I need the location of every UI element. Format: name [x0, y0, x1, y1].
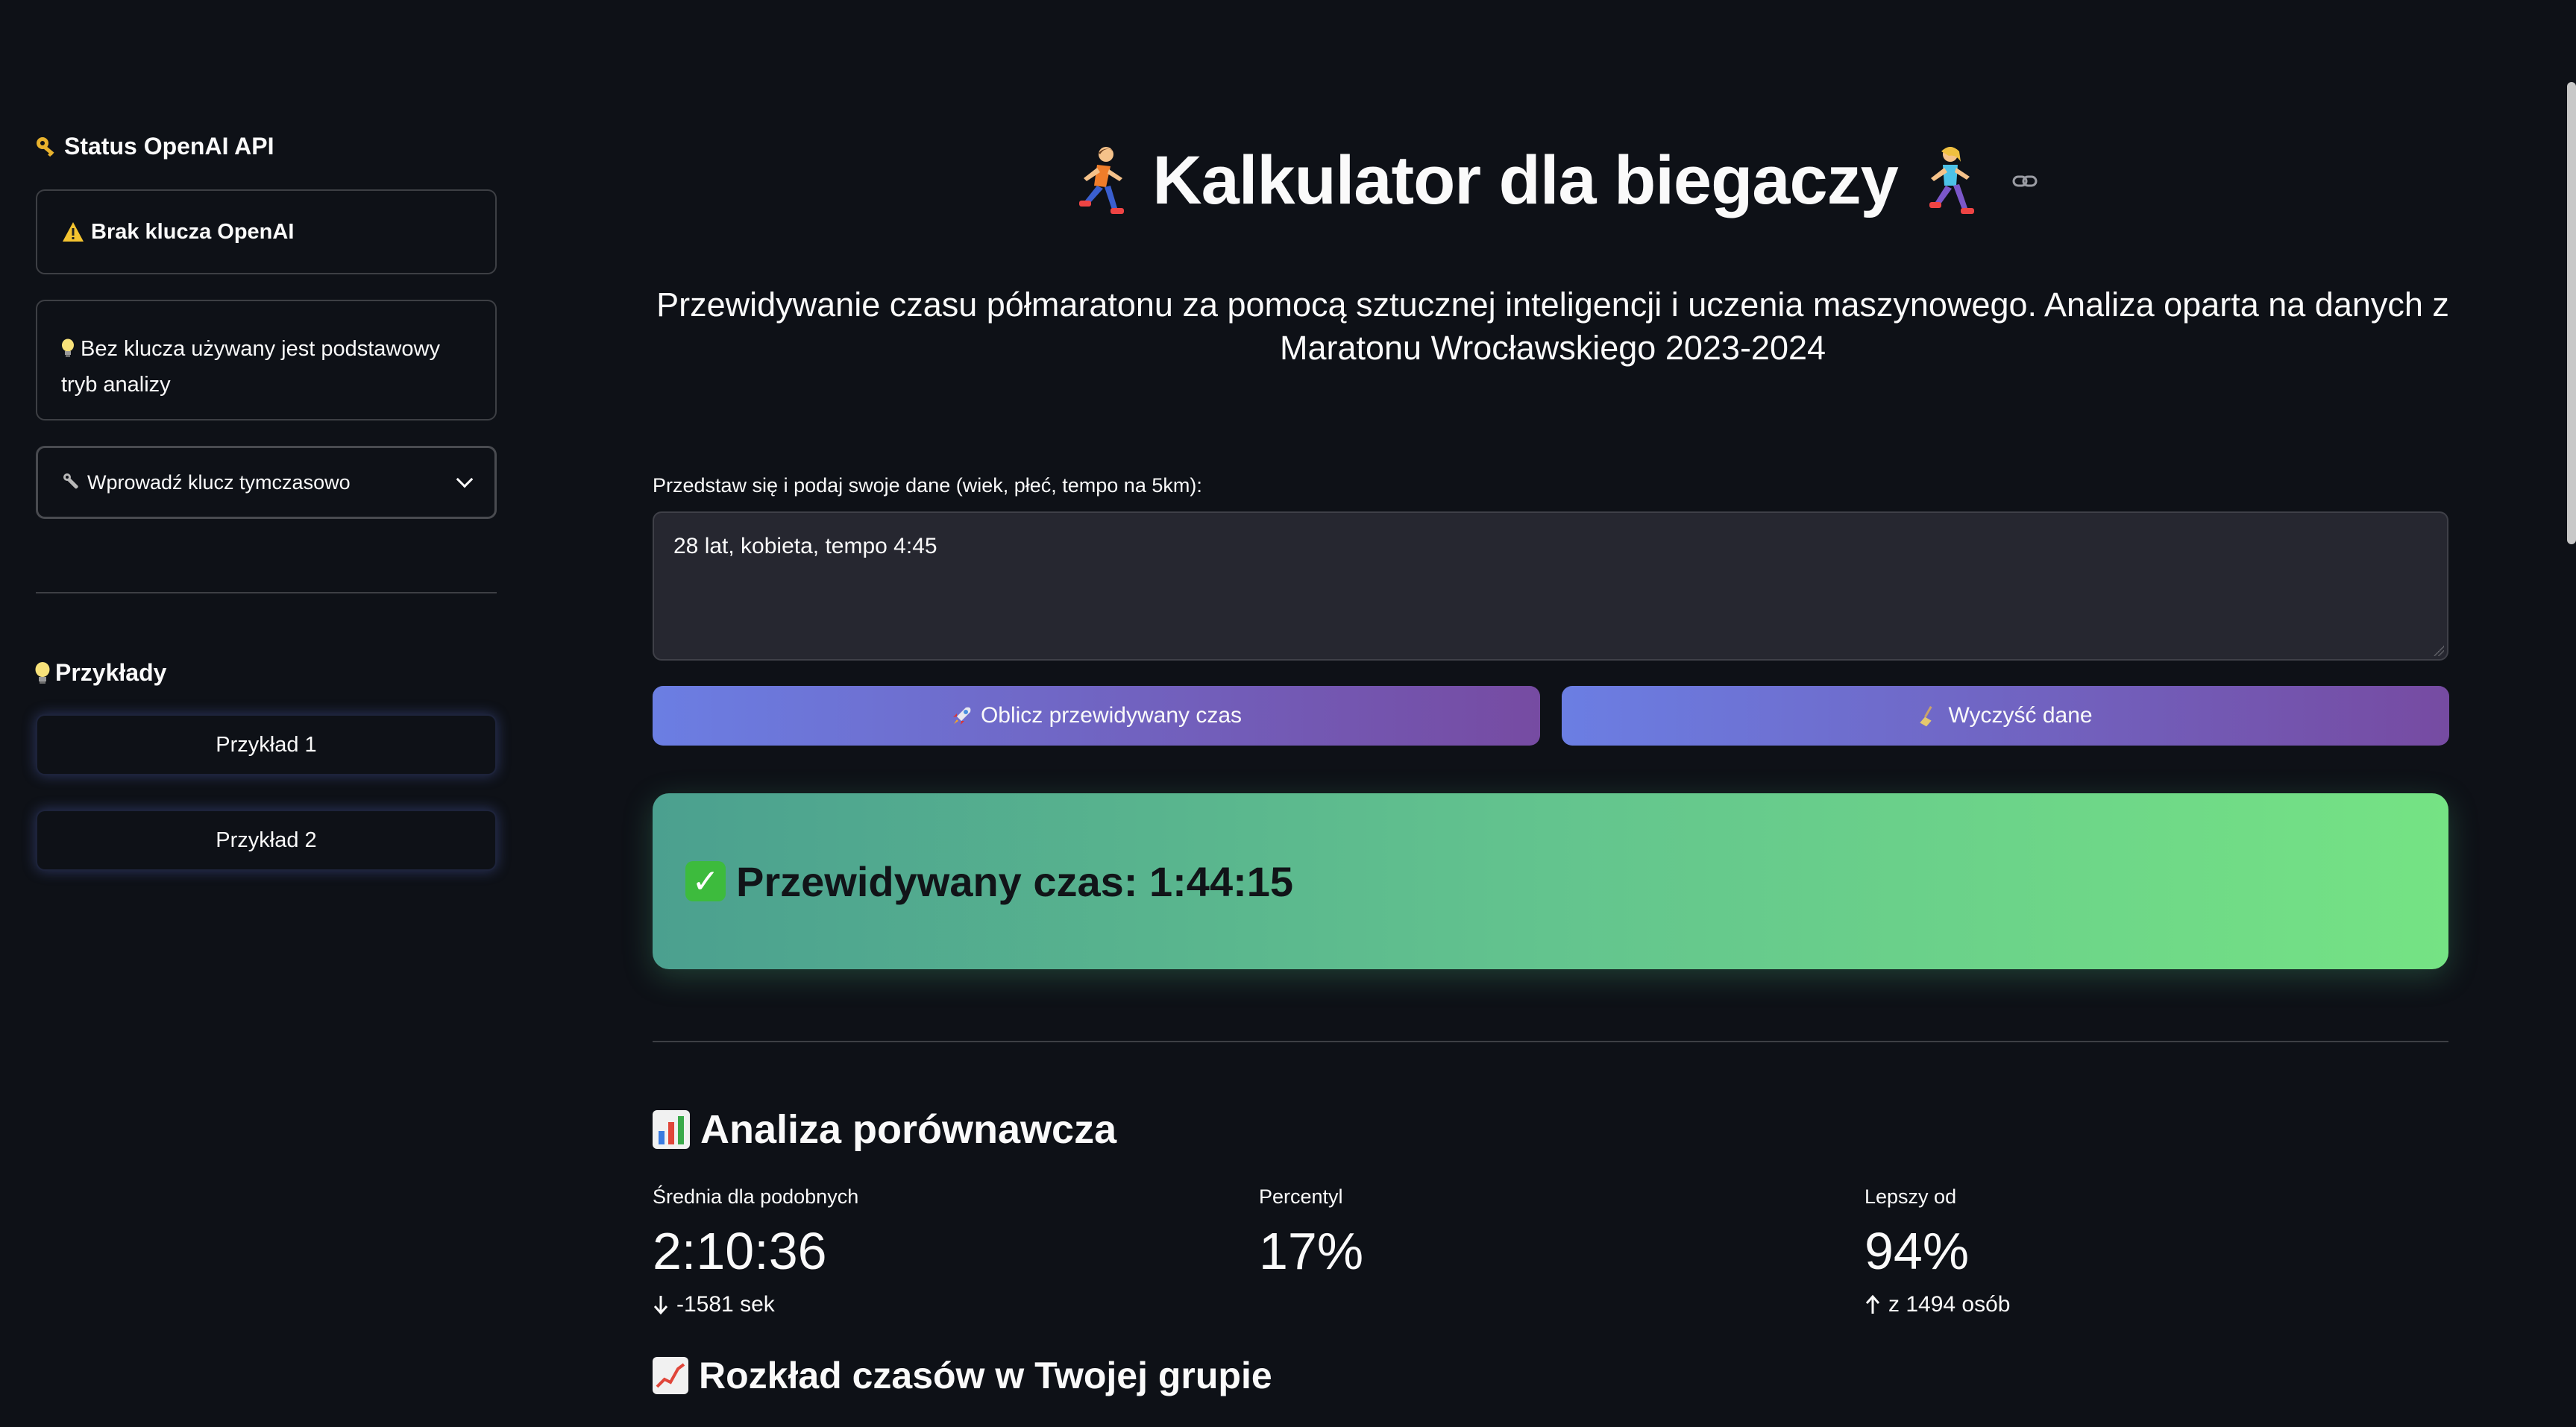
lightbulb-icon	[35, 661, 50, 684]
runner-data-label: Przedstaw się i podaj swoje dane (wiek, …	[653, 474, 1202, 497]
metric-delta-text: z 1494 osób	[1888, 1292, 2011, 1317]
calculate-button-label: Oblicz przewidywany czas	[980, 703, 1243, 728]
metric-label: Percentyl	[1259, 1185, 1343, 1208]
comparative-analysis-heading: Analiza porównawcza	[653, 1106, 1116, 1153]
sidebar: Status OpenAI API Brak klucza OpenAI Bez…	[0, 0, 530, 1427]
metric-delta: -1581 sek	[653, 1292, 858, 1317]
api-key-warning: Brak klucza OpenAI	[36, 189, 497, 274]
metric-better-than: Lepszy od 94% z 1494 osób	[1865, 1185, 2010, 1317]
arrow-down-icon	[653, 1296, 668, 1315]
page-scrollbar[interactable]	[2567, 82, 2576, 544]
prediction-result: ✓ Przewidywany czas: 1:44:15	[653, 793, 2448, 969]
time-distribution-heading: Rozkład czasów w Twojej grupie	[653, 1354, 1272, 1397]
page-subtitle: Przewidywanie czasu półmaratonu za pomoc…	[656, 286, 2449, 367]
runner-icon	[1079, 146, 1125, 214]
calculate-button[interactable]: Oblicz przewidywany czas	[653, 686, 1540, 746]
examples-header: Przykłady	[34, 659, 166, 687]
clear-button[interactable]: Wyczyść dane	[1562, 686, 2449, 746]
time-distribution-title: Rozkład czasów w Twojej grupie	[699, 1355, 1272, 1396]
page-title: Kalkulator dla biegaczy	[1152, 142, 1899, 218]
sidebar-divider	[36, 592, 497, 593]
prediction-result-text: Przewidywany czas: 1:44:15	[736, 857, 1294, 905]
page-title-row: Kalkulator dla biegaczy	[530, 142, 2576, 220]
example-1-button[interactable]: Przykład 1	[36, 714, 497, 775]
arrow-up-icon	[1865, 1294, 1880, 1314]
temporary-key-expander-title: Wprowadź klucz tymczasowo	[62, 471, 351, 494]
check-mark-icon: ✓	[685, 861, 726, 901]
metric-delta-text: -1581 sek	[676, 1292, 775, 1317]
api-status-header-label: Status OpenAI API	[64, 133, 274, 160]
woman-runner-icon	[1929, 146, 1974, 214]
comparative-analysis-title: Analiza porównawcza	[700, 1107, 1117, 1152]
broom-icon	[1920, 706, 1933, 727]
warning-icon	[63, 222, 84, 242]
temporary-key-expander[interactable]: Wprowadź klucz tymczasowo	[36, 446, 497, 519]
basic-mode-info: Bez klucza używany jest podstawowy tryb …	[36, 300, 497, 420]
key-icon	[37, 136, 54, 157]
example-2-button[interactable]: Przykład 2	[36, 810, 497, 871]
wrench-icon	[63, 473, 78, 489]
metric-percentile: Percentyl 17%	[1259, 1185, 1363, 1277]
metric-label: Średnia dla podobnych	[653, 1185, 859, 1208]
basic-mode-info-text: Bez klucza używany jest podstawowy tryb …	[61, 337, 440, 397]
prediction-result-title: ✓ Przewidywany czas: 1:44:15	[685, 857, 1293, 906]
metric-delta: z 1494 osób	[1865, 1292, 2010, 1317]
metric-value: 17%	[1259, 1222, 1364, 1280]
line-chart-icon	[653, 1357, 688, 1394]
rocket-icon	[952, 707, 971, 725]
link-icon[interactable]	[2011, 168, 2038, 195]
lightbulb-icon	[61, 333, 75, 357]
api-key-warning-text: Brak klucza OpenAI	[91, 219, 295, 244]
metric-average-similar: Średnia dla podobnych 2:10:36 -1581 sek	[653, 1185, 858, 1317]
clear-button-label: Wyczyść dane	[1948, 703, 2093, 728]
runner-data-input[interactable]: 28 lat, kobieta, tempo 4:45	[653, 511, 2448, 661]
metric-value: 2:10:36	[653, 1222, 827, 1280]
main-content: Kalkulator dla biegaczy Przewidywanie cz…	[530, 0, 2576, 1427]
api-status-header: Status OpenAI API	[34, 133, 274, 160]
runner-data-input-value: 28 lat, kobieta, tempo 4:45	[673, 534, 937, 558]
metric-value: 94%	[1865, 1222, 1970, 1280]
bar-chart-icon	[653, 1110, 690, 1149]
metric-label: Lepszy od	[1865, 1185, 1957, 1208]
examples-header-label: Przykłady	[55, 659, 167, 686]
chevron-down-icon	[456, 470, 474, 488]
temporary-key-expander-label: Wprowadź klucz tymczasowo	[87, 470, 351, 494]
resize-grip-icon[interactable]	[2434, 646, 2444, 656]
section-divider	[653, 1041, 2448, 1042]
